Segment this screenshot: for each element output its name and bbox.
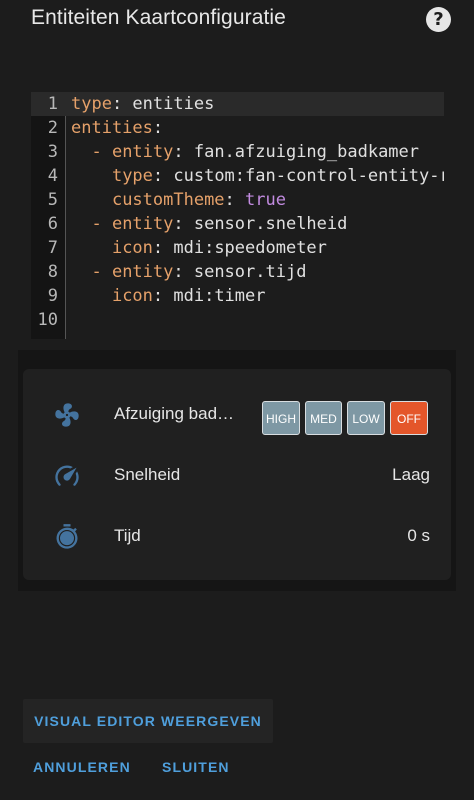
line-number: 9 — [47, 286, 58, 306]
code-line[interactable]: 3 - entity: fan.afzuiging_badkamer — [31, 140, 444, 164]
code-text: - entity: sensor.tijd — [91, 262, 307, 282]
code-line[interactable]: 8 - entity: sensor.tijd — [31, 260, 444, 284]
fan-high-button[interactable]: HIGH — [262, 401, 300, 435]
code-text: - entity: fan.afzuiging_badkamer — [91, 142, 420, 162]
code-text: type: entities — [71, 94, 215, 114]
line-number: 6 — [47, 214, 58, 234]
code-text: icon: mdi:speedometer — [111, 238, 327, 258]
entity-row-fan[interactable]: Afzuiging bad… HIGH MED LOW OFF — [23, 394, 451, 435]
fan-name: Afzuiging bad… — [114, 404, 235, 423]
code-text: customTheme: true — [111, 190, 286, 210]
close-button[interactable]: SLUITEN — [162, 759, 230, 777]
code-line[interactable]: 5 customTheme: true — [31, 188, 444, 212]
code-line[interactable]: 2 entities: — [31, 116, 444, 140]
snelheid-state: Laag — [392, 465, 430, 484]
yaml-code-editor[interactable]: 1 type: entities 2 entities: 3 - entity: fan… — [31, 92, 444, 339]
fan-low-button[interactable]: LOW — [347, 401, 385, 435]
code-text: type: custom:fan-control-entity-row — [111, 166, 444, 186]
code-text: - entity: sensor.snelheid — [91, 214, 348, 234]
cancel-button[interactable]: ANNULEREN — [33, 759, 131, 777]
help-icon[interactable]: ? — [426, 7, 451, 32]
line-number: 2 — [47, 118, 58, 138]
tijd-state: 0 s — [407, 526, 430, 545]
line-number: 4 — [47, 166, 58, 186]
code-line[interactable]: 1 type: entities — [31, 92, 444, 116]
fan-med-button[interactable]: MED — [305, 401, 342, 435]
code-line[interactable]: 7 icon: mdi:speedometer — [31, 236, 444, 260]
line-number: 5 — [47, 190, 58, 210]
speedometer-icon — [55, 465, 79, 486]
line-number: 8 — [47, 262, 58, 282]
line-number: 3 — [47, 142, 58, 162]
line-number: 7 — [47, 238, 58, 258]
tijd-name: Tijd — [114, 526, 141, 545]
entities-card: Afzuiging bad… HIGH MED LOW OFF Snelheid… — [23, 369, 451, 580]
fan-icon — [55, 403, 79, 427]
entity-row-tijd[interactable]: Tijd 0 s — [23, 516, 451, 556]
dialog-title: Entiteiten Kaartconfiguratie — [31, 6, 286, 29]
code-line[interactable]: 9 icon: mdi:timer — [31, 284, 444, 308]
code-line[interactable]: 10 — [31, 308, 444, 332]
code-text: entities: — [71, 118, 164, 138]
show-visual-editor-button[interactable]: VISUAL EDITOR WEERGEVEN — [23, 699, 273, 743]
code-line[interactable]: 4 type: custom:fan-control-entity-row — [31, 164, 444, 188]
line-number: 10 — [37, 310, 58, 330]
entity-row-snelheid[interactable]: Snelheid Laag — [23, 455, 451, 495]
line-number: 1 — [47, 94, 58, 114]
code-line[interactable]: 6 - entity: sensor.snelheid — [31, 212, 444, 236]
snelheid-name: Snelheid — [114, 465, 181, 484]
fan-off-button[interactable]: OFF — [390, 401, 428, 435]
timer-icon — [56, 524, 78, 549]
code-text: icon: mdi:timer — [111, 286, 266, 306]
